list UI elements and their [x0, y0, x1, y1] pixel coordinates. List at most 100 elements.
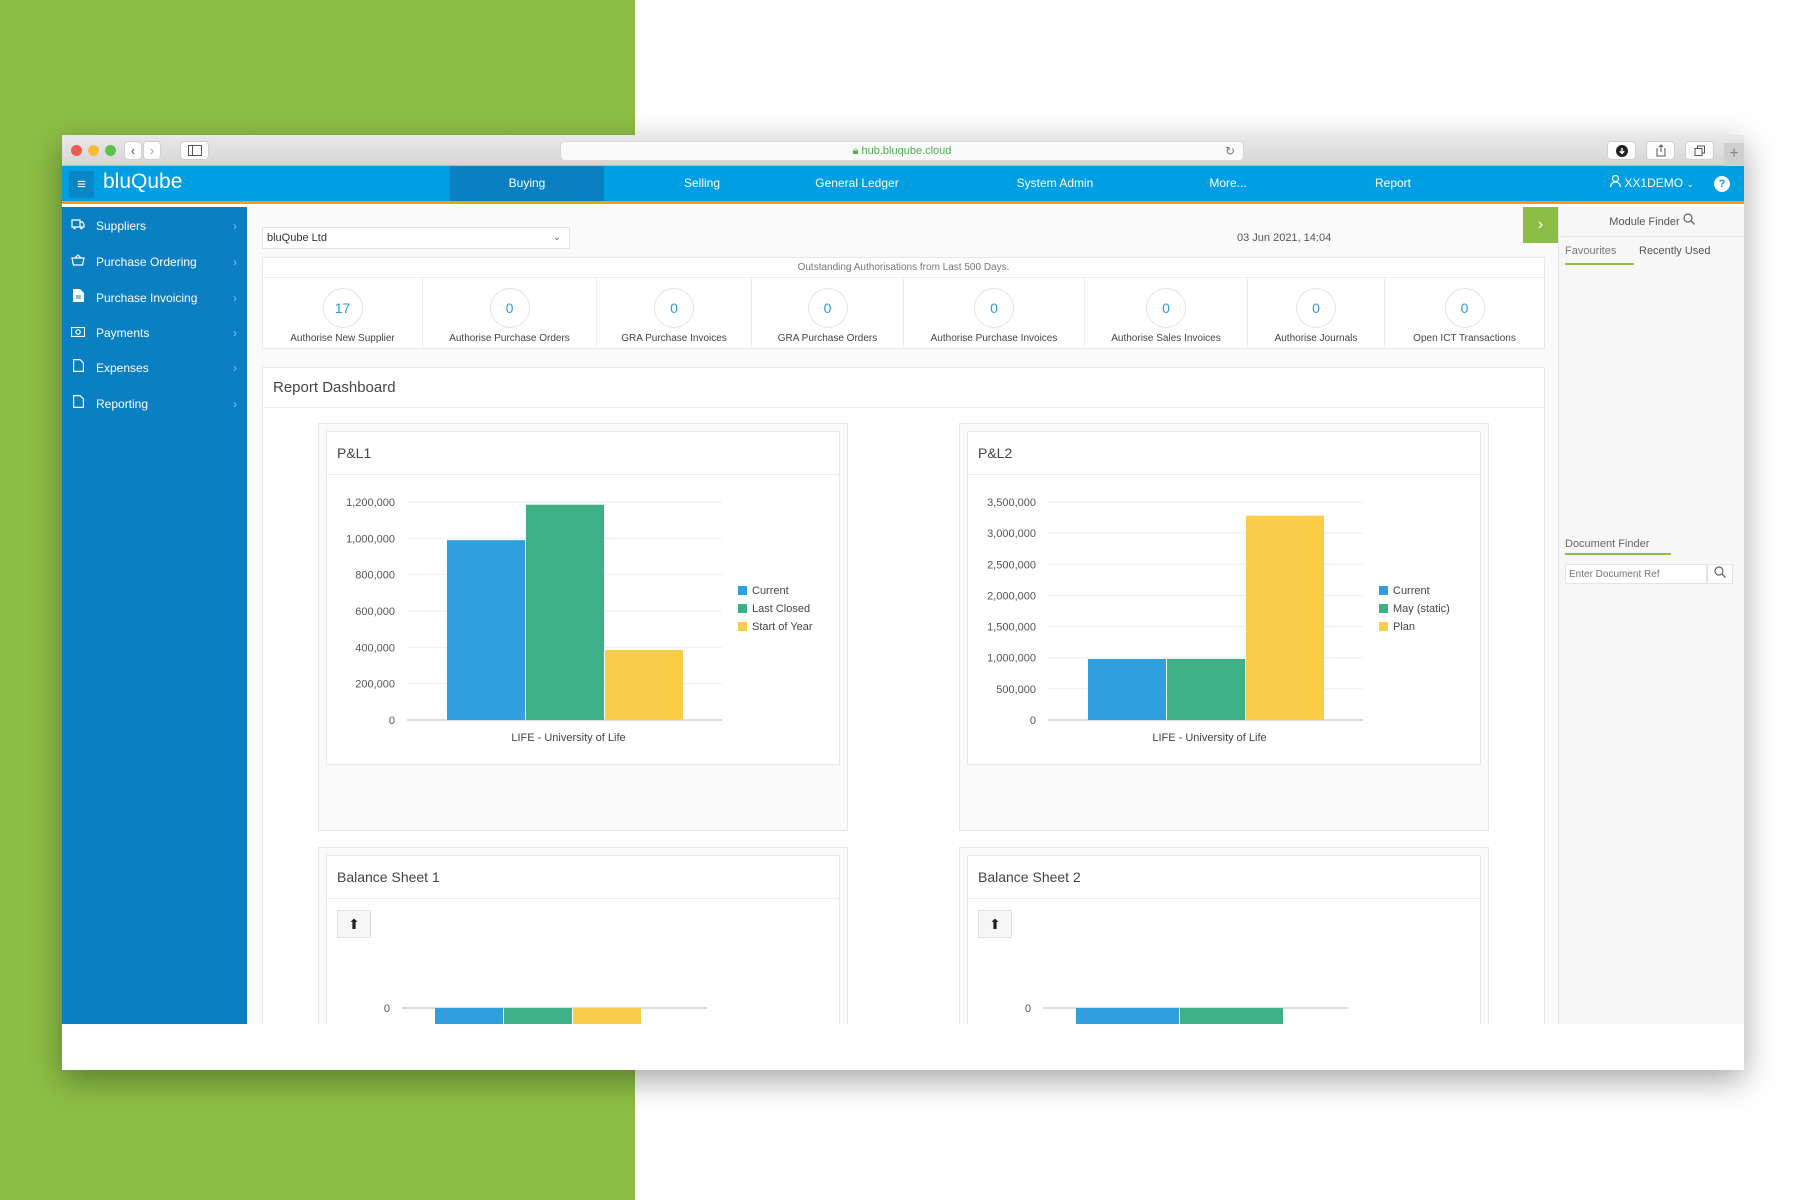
chevron-down-icon: ⌄ — [552, 232, 561, 243]
bar-plan[interactable] — [1246, 515, 1324, 720]
authorisation-tile[interactable]: 0 Authorise Purchase Orders — [423, 278, 597, 349]
tile-label: Authorise Purchase Orders — [449, 333, 570, 344]
sidebar-item-expenses[interactable]: Expenses › — [62, 353, 247, 383]
search-icon — [1714, 566, 1726, 578]
tile-count: 0 — [1296, 288, 1336, 328]
pl2-card: P&L2 0 500,000 1,000,000 1,500,000 2,000,000… — [967, 431, 1481, 765]
tabs-overview-icon[interactable] — [1685, 141, 1714, 160]
authorisation-tile[interactable]: 0 Authorise Sales Invoices — [1085, 278, 1248, 349]
browser-bottom-area — [62, 1024, 1744, 1070]
company-select-value: bluQube Ltd — [267, 232, 327, 244]
bar-start-of-year[interactable] — [605, 650, 683, 720]
report-dashboard: Report Dashboard P&L1 0 200,000 400,000 600… — [262, 367, 1545, 1024]
bar-may-static-[interactable] — [1167, 658, 1245, 720]
reload-icon[interactable]: ↻ — [1225, 142, 1235, 160]
legend-label[interactable]: May (static) — [1393, 603, 1450, 615]
bar-series-2[interactable] — [504, 1008, 572, 1024]
y-tick-label: 400,000 — [355, 642, 395, 654]
brand-logo[interactable]: bluQube — [103, 170, 182, 194]
y-tick-label: 1,000,000 — [987, 653, 1036, 665]
tile-label: GRA Purchase Invoices — [621, 333, 727, 344]
bar-series-3[interactable] — [573, 1008, 641, 1024]
legend-swatch — [1379, 622, 1388, 631]
authorisation-tile[interactable]: 0 GRA Purchase Orders — [752, 278, 904, 349]
authorisation-tile[interactable]: 0 Authorise Journals — [1248, 278, 1385, 349]
nav-system-admin[interactable]: System Admin — [1000, 166, 1110, 201]
tab-favourites[interactable]: Favourites — [1565, 237, 1634, 265]
legend-label[interactable]: Last Closed — [752, 603, 810, 615]
tile-label: Authorise Journals — [1274, 333, 1358, 344]
balance-sheet-1-card: Balance Sheet 1 ⬆ 0-500,000-1,000,000 — [326, 855, 840, 1024]
browser-toolbar: ‹ › 🔒︎ hub.bluqube.cloud ↻ + — [62, 135, 1744, 166]
document-ref-input[interactable] — [1565, 564, 1707, 584]
legend-label[interactable]: Current — [1393, 585, 1430, 597]
balance-sheet-2-chart: 0-500,000-1,000,000 — [1025, 1003, 1348, 1024]
tile-count: 0 — [1146, 288, 1186, 328]
download-icon[interactable] — [1607, 141, 1636, 160]
bar-last-closed[interactable] — [526, 504, 604, 720]
current-datetime: 03 Jun 2021, 14:04 — [1237, 232, 1332, 244]
nav-buying[interactable]: Buying — [450, 166, 604, 201]
company-select[interactable]: bluQube Ltd ⌄ — [262, 227, 570, 249]
pl1-card: P&L1 0 200,000 400,000 600,000 800,000 1,000,… — [326, 431, 840, 765]
share-icon[interactable] — [1646, 141, 1675, 160]
hamburger-menu-icon[interactable]: ≡ — [69, 171, 94, 198]
user-icon — [1610, 174, 1624, 190]
help-icon[interactable]: ? — [1714, 176, 1730, 192]
nav-report[interactable]: Report — [1353, 166, 1433, 201]
tab-recently-used[interactable]: Recently Used — [1639, 237, 1711, 265]
sidebar-item-payments[interactable]: Payments › — [62, 318, 247, 348]
balance-sheet-2-widget: Balance Sheet 2 ⬆ 0-500,000-1,000,000 — [959, 847, 1489, 1024]
maximize-window-icon[interactable] — [105, 145, 116, 156]
url-text: hub.bluqube.cloud — [861, 145, 952, 157]
chart-title: Balance Sheet 1 — [327, 856, 839, 899]
module-finder[interactable]: Module Finder — [1559, 207, 1744, 237]
sidebar-item-reporting[interactable]: Reporting › — [62, 389, 247, 419]
y-tick-label: 800,000 — [355, 570, 395, 582]
tile-label: GRA Purchase Orders — [777, 333, 878, 344]
authorisation-tile[interactable]: 0 GRA Purchase Invoices — [597, 278, 752, 349]
sidebar-item-label: Suppliers — [96, 219, 147, 233]
bar-current[interactable] — [1088, 658, 1166, 720]
nav-more[interactable]: More... — [1188, 166, 1268, 201]
bar-series-1[interactable] — [435, 1008, 503, 1024]
sidebar-item-purchase-ordering[interactable]: Purchase Ordering › — [62, 247, 247, 277]
legend-swatch — [1379, 604, 1388, 613]
new-tab-icon[interactable]: + — [1724, 143, 1744, 166]
address-bar[interactable]: 🔒︎ hub.bluqube.cloud ↻ — [560, 141, 1244, 161]
chart-title: P&L2 — [968, 432, 1480, 475]
expand-panel-button[interactable]: › — [1523, 207, 1558, 243]
basket-icon — [71, 247, 85, 277]
app-header: ≡ bluQube Buying Selling General Ledger … — [62, 166, 1744, 204]
legend-label[interactable]: Current — [752, 585, 789, 597]
bar-series-2[interactable] — [1180, 1008, 1283, 1024]
sidebar-item-suppliers[interactable]: Suppliers › — [62, 211, 247, 241]
browser-window: ‹ › 🔒︎ hub.bluqube.cloud ↻ + ≡ bluQube B… — [62, 135, 1744, 1070]
minimize-window-icon[interactable] — [88, 145, 99, 156]
sidebar-toggle-icon[interactable] — [180, 141, 209, 160]
nav-selling[interactable]: Selling — [662, 166, 742, 201]
legend-label[interactable]: Start of Year — [752, 621, 813, 633]
forward-icon[interactable]: › — [143, 141, 161, 160]
tile-count: 0 — [1444, 288, 1485, 328]
x-tick-label: LIFE - University of Life — [1152, 732, 1266, 744]
authorisation-tile[interactable]: 0 Open ICT Transactions — [1385, 278, 1544, 349]
authorisation-tile[interactable]: 0 Authorise Purchase Invoices — [904, 278, 1085, 349]
user-menu[interactable]: XX1DEMO ⌄ — [1610, 166, 1694, 201]
pl2-widget: P&L2 0 500,000 1,000,000 1,500,000 2,000,000… — [959, 423, 1489, 831]
module-finder-label: Module Finder — [1609, 216, 1680, 228]
y-tick-label: 0 — [1025, 1003, 1031, 1015]
close-window-icon[interactable] — [71, 145, 82, 156]
y-tick-label: 1,000,000 — [346, 533, 395, 545]
file-icon — [71, 389, 85, 419]
bar-series-1[interactable] — [1076, 1008, 1179, 1024]
x-tick-label: LIFE - University of Life — [511, 732, 625, 744]
sidebar-item-purchase-invoicing[interactable]: Purchase Invoicing › — [62, 283, 247, 313]
document-search-button[interactable] — [1707, 564, 1733, 584]
bar-current[interactable] — [447, 540, 525, 720]
nav-general-ledger[interactable]: General Ledger — [802, 166, 912, 201]
legend-label[interactable]: Plan — [1393, 621, 1415, 633]
authorisation-tile[interactable]: 17 Authorise New Supplier — [263, 278, 423, 349]
tile-label: Open ICT Transactions — [1413, 333, 1516, 344]
back-icon[interactable]: ‹ — [124, 141, 142, 160]
